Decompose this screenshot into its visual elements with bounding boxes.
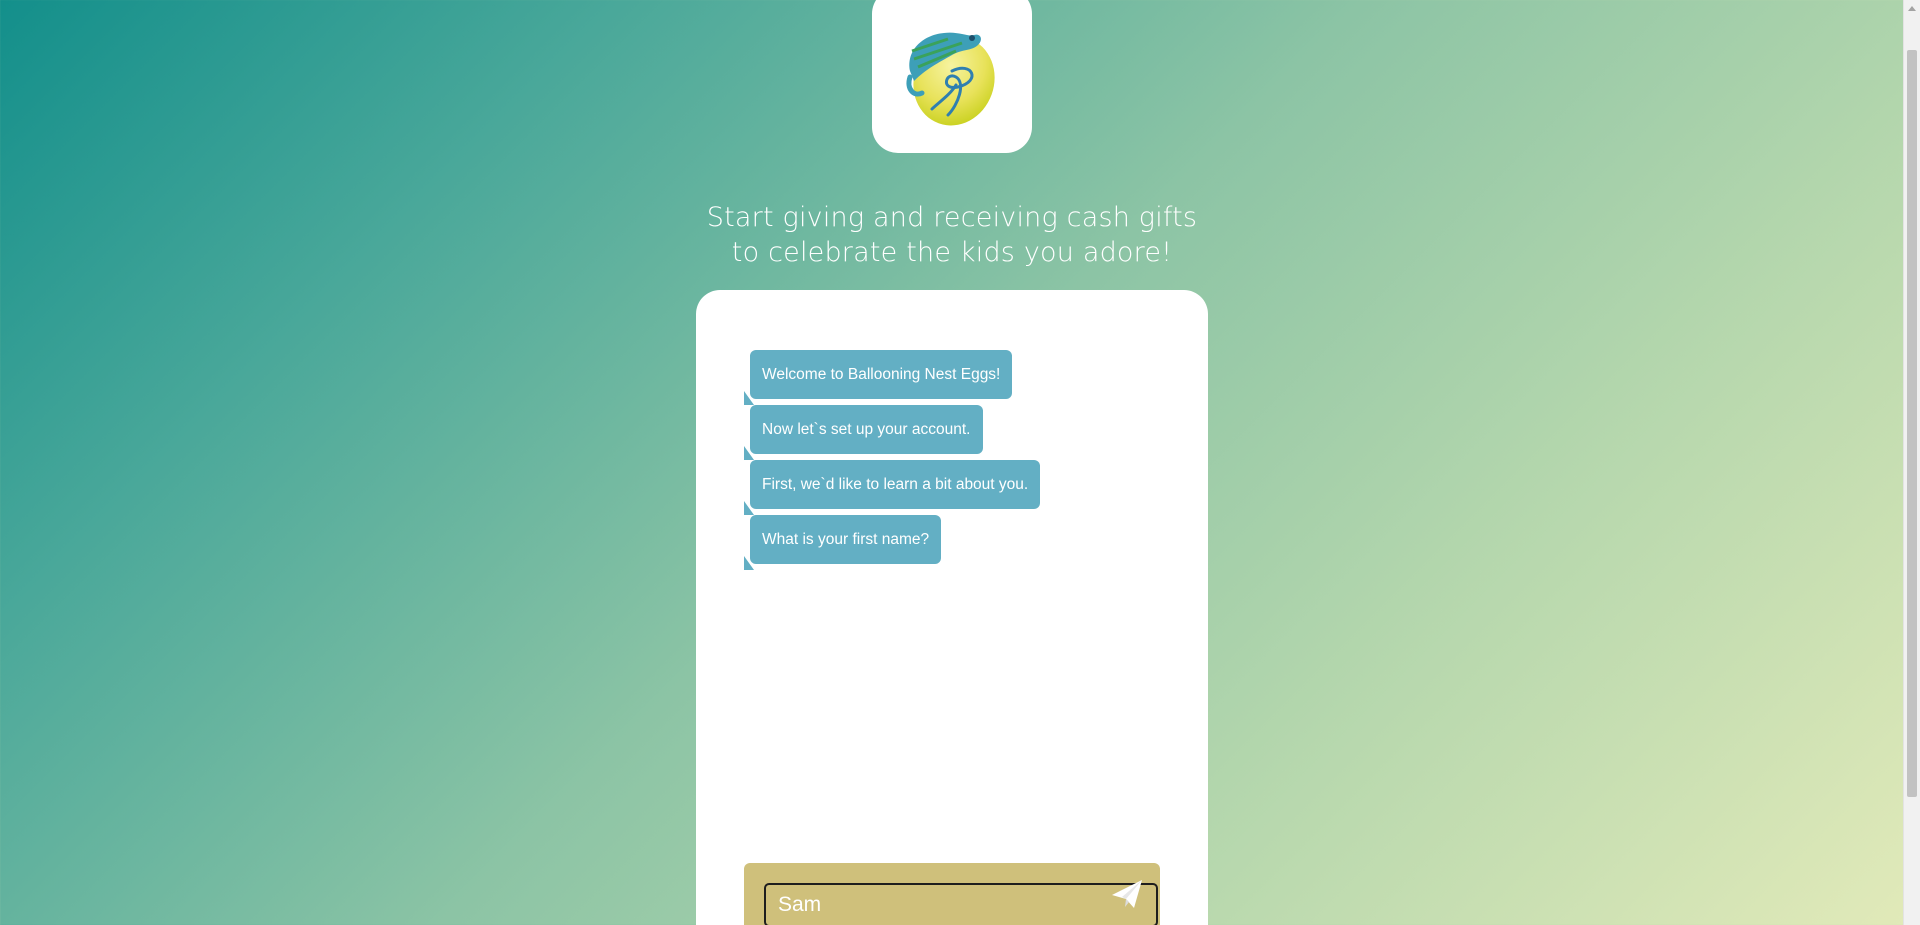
chameleon-egg-logo-icon [906, 32, 995, 125]
message-list: Welcome to Ballooning Nest Eggs! Now let… [750, 350, 1041, 564]
chat-message-bubble: Now let`s set up your account. [750, 405, 983, 454]
chat-input-panel [744, 863, 1160, 925]
scroll-up-arrow-icon[interactable] [1908, 6, 1916, 11]
tagline-line-2: to celebrate the kids you adore! [731, 237, 1173, 268]
chat-card: Welcome to Ballooning Nest Eggs! Now let… [696, 290, 1208, 925]
chat-message-bubble: What is your first name? [750, 515, 942, 564]
tagline: Start giving and receiving cash gifts to… [610, 200, 1294, 270]
logo-card [872, 0, 1032, 153]
scroll-thumb[interactable] [1907, 50, 1917, 797]
chat-message-bubble: Welcome to Ballooning Nest Eggs! [750, 350, 1013, 399]
page-scrollbar[interactable] [1903, 0, 1920, 925]
tagline-line-1: Start giving and receiving cash gifts [706, 202, 1198, 233]
chat-message-bubble: First, we`d like to learn a bit about yo… [750, 460, 1041, 509]
send-button[interactable] [1110, 877, 1144, 911]
first-name-input[interactable] [764, 883, 1158, 925]
paper-plane-icon [1112, 880, 1142, 908]
